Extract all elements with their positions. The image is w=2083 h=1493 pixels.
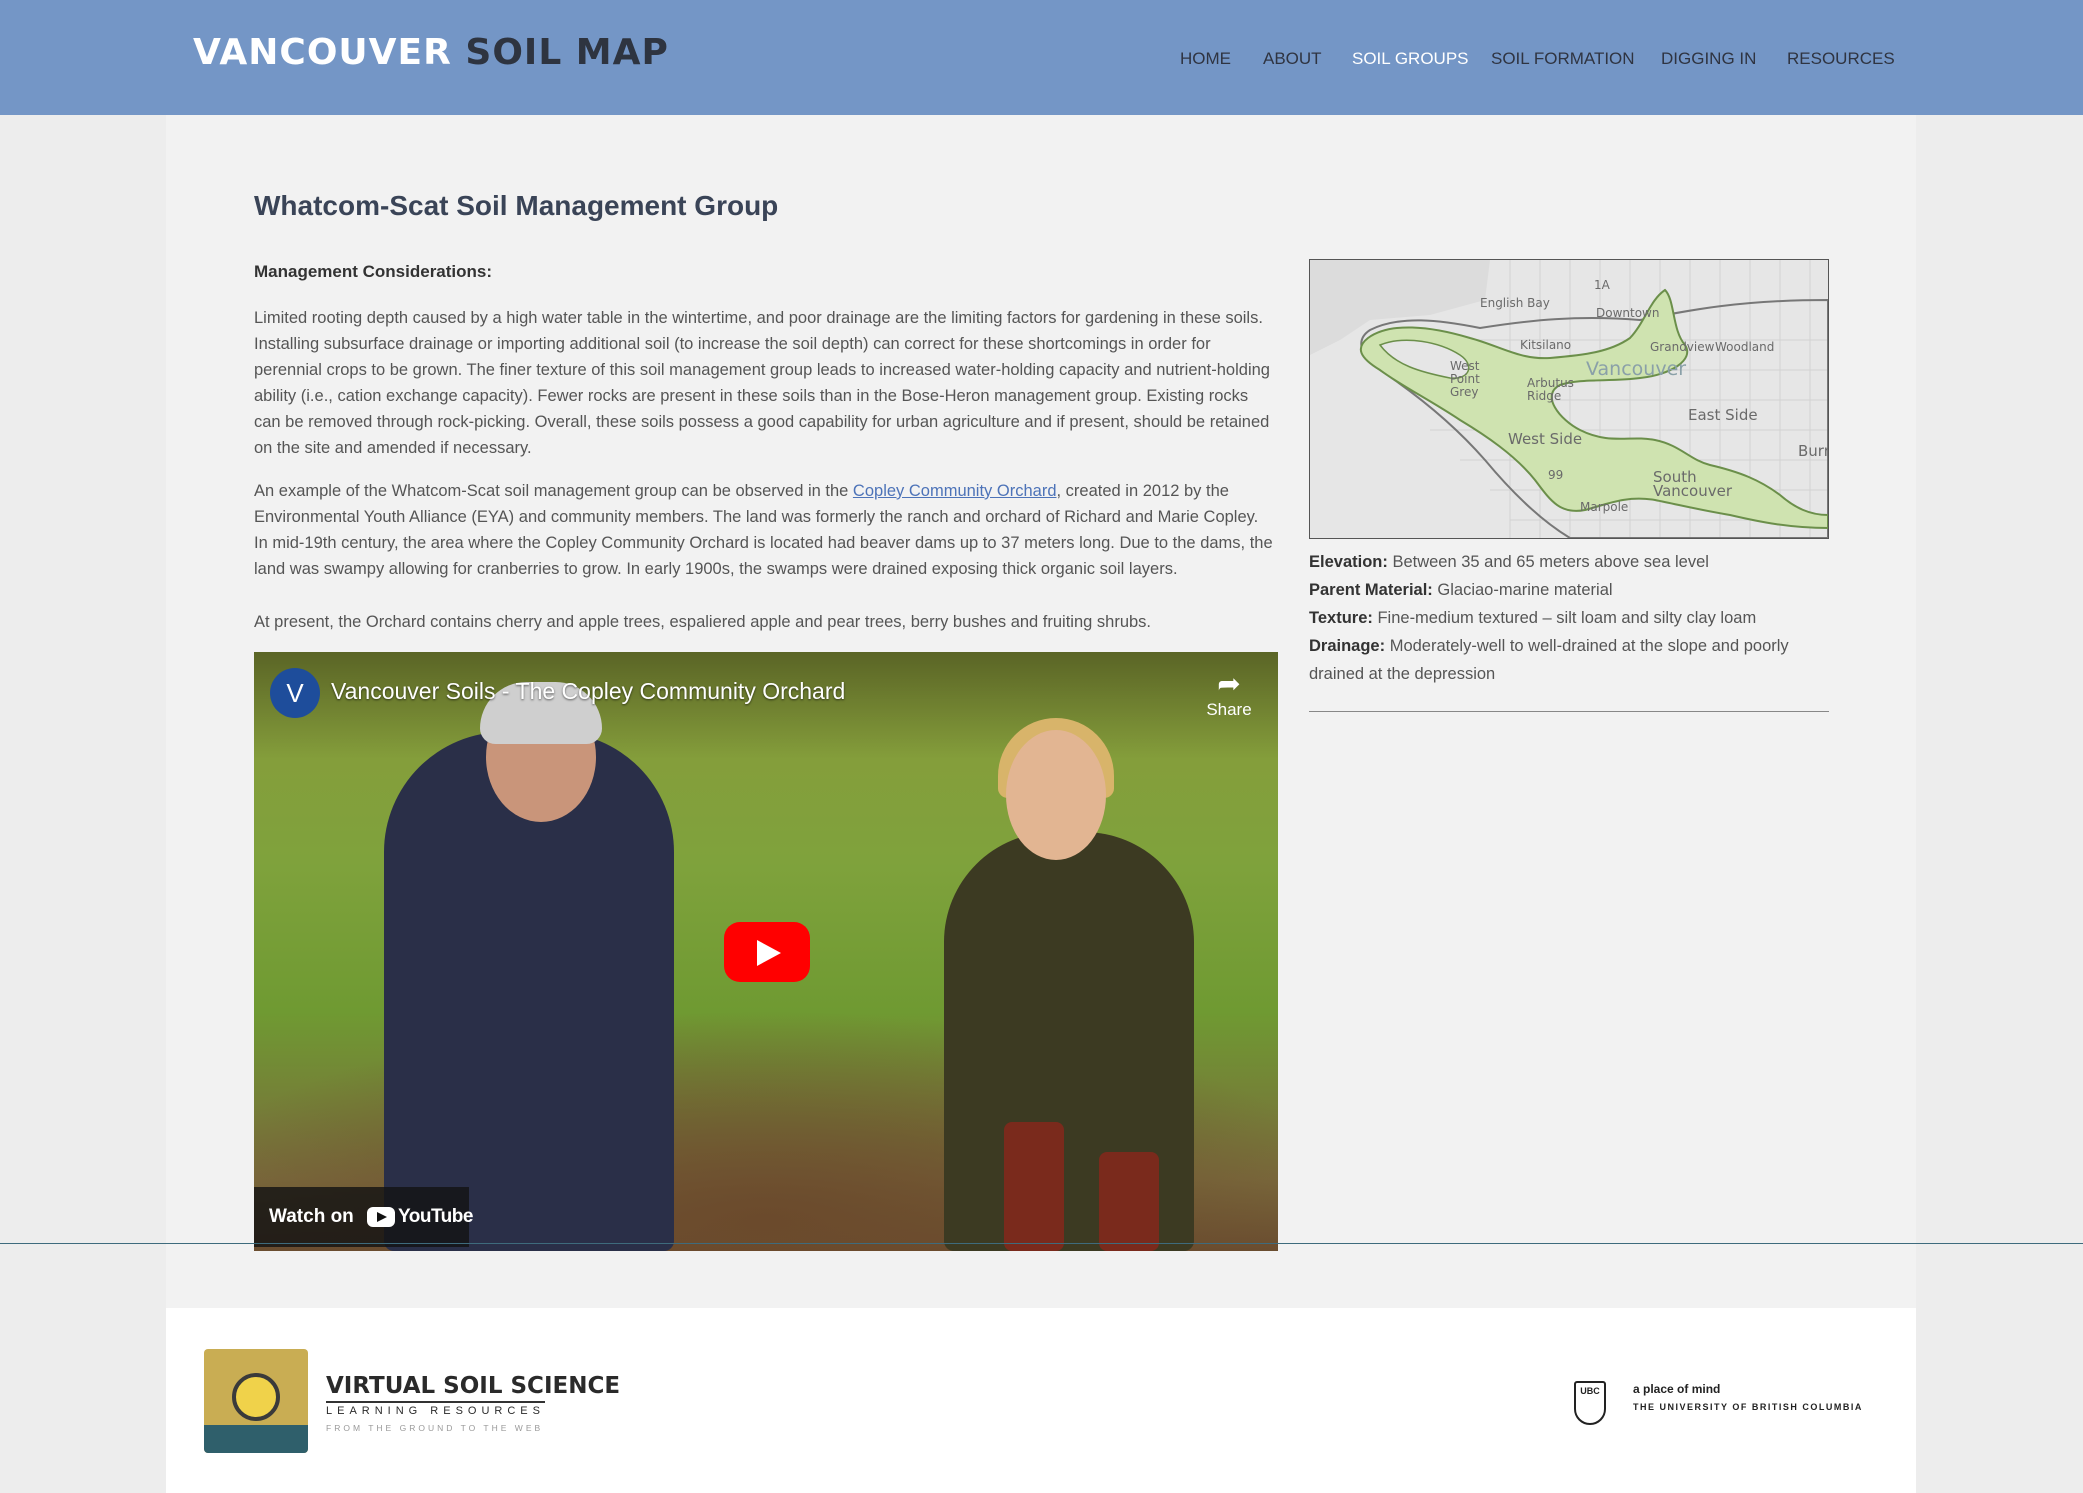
map-label-downtown: Downtown [1596, 306, 1660, 320]
property-elevation: Elevation: Between 35 and 65 meters abov… [1309, 548, 1829, 576]
map-label-kitsilano: Kitsilano [1520, 338, 1572, 352]
drainage-label: Drainage: [1309, 637, 1386, 655]
nav-soil-formation[interactable]: SOIL FORMATION [1491, 49, 1635, 69]
page-title: Whatcom-Scat Soil Management Group [254, 190, 779, 221]
virtual-soil-science-logo[interactable] [204, 1349, 308, 1453]
share-label: Share [1206, 700, 1252, 719]
paragraph-management: Limited rooting depth caused by a high w… [254, 309, 1270, 457]
vss-subtitle: LEARNING RESOURCES [326, 1401, 545, 1417]
youtube-wordmark: YouTube [398, 1206, 473, 1227]
flower-icon [232, 1373, 280, 1421]
map-label-woodland: Woodland [1715, 340, 1775, 354]
video-frame-woman-head [1006, 730, 1106, 860]
property-texture: Texture: Fine-medium textured – silt loa… [1309, 604, 1829, 632]
management-heading: Management Considerations: [254, 262, 493, 281]
ubc-crest-icon[interactable]: UBC [1574, 1381, 1606, 1425]
youtube-icon [367, 1207, 395, 1227]
property-parent-material: Parent Material: Glaciao-marine material [1309, 576, 1829, 604]
property-drainage: Drainage: Moderately-well to well-draine… [1309, 632, 1829, 688]
channel-avatar[interactable]: V [270, 668, 320, 718]
map-highway-99-icon: 99 [1548, 468, 1564, 482]
ubc-name: THE UNIVERSITY OF BRITISH COLUMBIA [1633, 1402, 1863, 1412]
paragraph-present: At present, the Orchard contains cherry … [254, 613, 1152, 631]
paragraph-example: An example of the Whatcom-Scat soil mana… [254, 478, 1274, 582]
video-frame-boot [1004, 1122, 1064, 1251]
map-highway-1a-icon: 1A [1594, 278, 1610, 292]
map-label-arbutus-ridge: Arbutus Ridge [1527, 376, 1574, 403]
properties-divider [1309, 711, 1829, 712]
share-arrow-icon: ➦ [1217, 668, 1241, 699]
parent-material-value: Glaciao-marine material [1437, 581, 1613, 599]
map-label-marpole: Marpole [1580, 500, 1629, 514]
nav-resources[interactable]: RESOURCES [1787, 49, 1895, 69]
copley-orchard-link[interactable]: Copley Community Orchard [853, 482, 1057, 500]
watch-on-youtube-button[interactable]: Watch on YouTube [254, 1187, 473, 1247]
map-label-south-vancouver: South Vancouver [1653, 468, 1732, 500]
video-frame-boot [1099, 1152, 1159, 1251]
map-label-vancouver: Vancouver [1586, 358, 1687, 380]
main-nav: HOME ABOUT SOIL GROUPS SOIL FORMATION DI… [0, 49, 2083, 69]
site-header: VANCOUVER SOIL MAP HOME ABOUT SOIL GROUP… [0, 0, 2083, 115]
soil-group-map: English Bay Downtown Kitsilano Grandview… [1309, 259, 1829, 539]
map-label-east-side: East Side [1688, 406, 1758, 424]
vss-tagline: FROM THE GROUND TO THE WEB [326, 1423, 544, 1433]
texture-label: Texture: [1309, 609, 1373, 627]
map-label-west-side: West Side [1508, 430, 1583, 448]
ubc-tagline: a place of mind [1633, 1382, 1721, 1396]
parent-material-label: Parent Material: [1309, 581, 1433, 599]
youtube-video-player[interactable]: V Vancouver Soils - The Copley Community… [254, 652, 1278, 1251]
map-label-burnaby: Burr [1798, 442, 1829, 460]
elevation-value: Between 35 and 65 meters above sea level [1392, 553, 1709, 571]
nav-home[interactable]: HOME [1180, 49, 1231, 69]
footer-divider [0, 1243, 2083, 1244]
elevation-label: Elevation: [1309, 553, 1388, 571]
share-button[interactable]: ➦ Share [1199, 668, 1259, 720]
vss-title: VIRTUAL SOIL SCIENCE [326, 1373, 621, 1399]
watch-on-label: Watch on [269, 1206, 354, 1227]
nav-soil-groups[interactable]: SOIL GROUPS [1352, 49, 1469, 69]
map-label-grandview: Grandview [1650, 340, 1715, 354]
nav-about[interactable]: ABOUT [1263, 49, 1322, 69]
texture-value: Fine-medium textured – silt loam and sil… [1377, 609, 1757, 627]
play-icon[interactable] [724, 922, 810, 982]
soil-properties: Elevation: Between 35 and 65 meters abov… [1309, 548, 1829, 688]
video-title[interactable]: Vancouver Soils - The Copley Community O… [331, 678, 845, 705]
nav-digging-in[interactable]: DIGGING IN [1661, 49, 1756, 69]
paragraph-example-text-1: An example of the Whatcom-Scat soil mana… [254, 482, 853, 500]
map-label-english-bay: English Bay [1480, 296, 1550, 310]
map-label-west-point-grey: West Point Grey [1450, 359, 1480, 399]
